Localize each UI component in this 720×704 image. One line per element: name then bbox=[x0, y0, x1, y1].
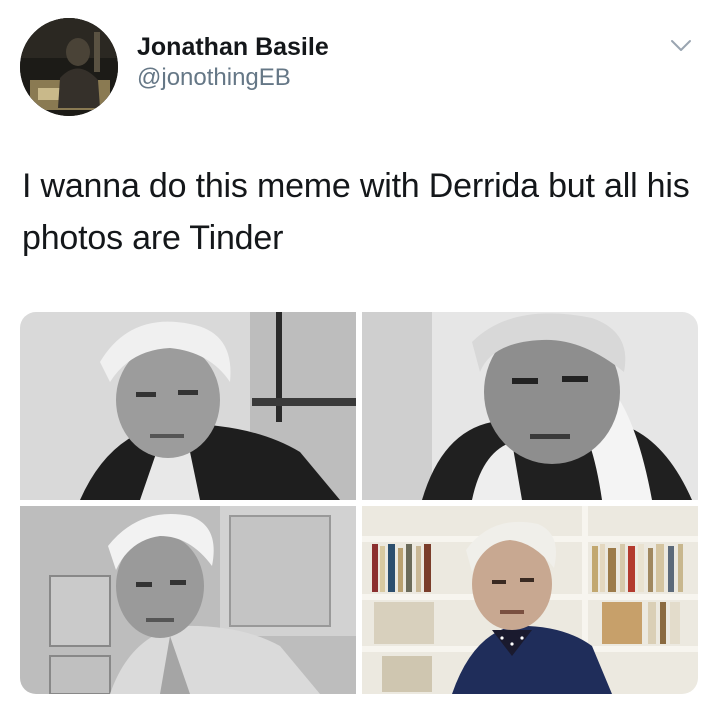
avatar[interactable] bbox=[20, 18, 118, 116]
tweet-card: Jonathan Basile @jonothingEB I wanna do … bbox=[0, 0, 720, 704]
media-photo-2[interactable] bbox=[362, 312, 698, 500]
media-grid bbox=[20, 312, 698, 694]
tweet-text: I wanna do this meme with Derrida but al… bbox=[22, 167, 690, 257]
media-photo-3[interactable] bbox=[20, 506, 356, 694]
tweet-header: Jonathan Basile @jonothingEB bbox=[20, 18, 700, 118]
author-display-name[interactable]: Jonathan Basile bbox=[137, 32, 329, 62]
chevron-down-icon[interactable] bbox=[670, 38, 692, 54]
media-photo-1[interactable] bbox=[20, 312, 356, 500]
author-handle[interactable]: @jonothingEB bbox=[137, 62, 329, 94]
avatar-image bbox=[20, 18, 118, 116]
author-info: Jonathan Basile @jonothingEB bbox=[137, 32, 329, 94]
media-photo-4[interactable] bbox=[362, 506, 698, 694]
